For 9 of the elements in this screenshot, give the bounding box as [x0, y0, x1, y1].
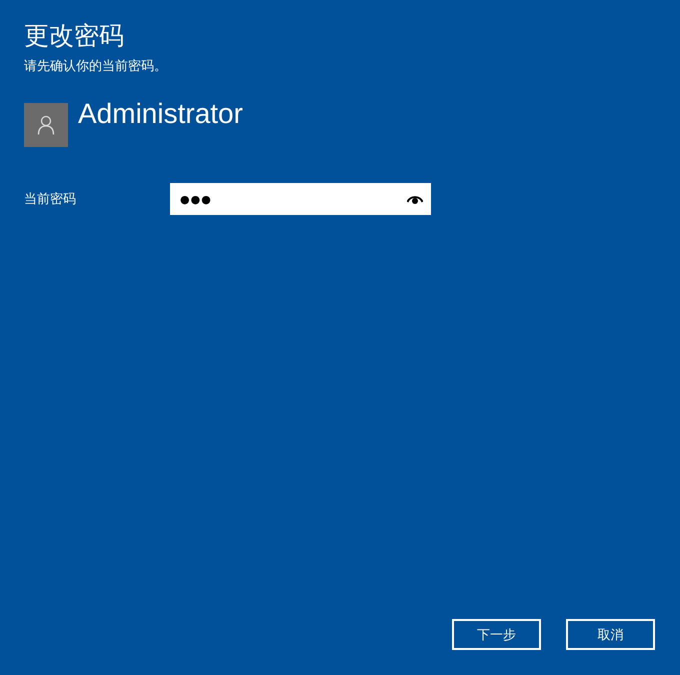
user-name: Administrator [78, 103, 243, 125]
reveal-password-icon[interactable] [407, 194, 423, 204]
dialog-button[interactable]: 下一步 [452, 619, 541, 650]
dialog-button[interactable]: 取消 [566, 619, 655, 650]
field-label: 当前密码 [24, 191, 77, 208]
person-icon [37, 115, 55, 135]
dialog-title: 更改密码 [24, 20, 125, 52]
password-field[interactable]: ●●● [170, 183, 431, 215]
instruction-text: 请先确认你的当前密码。 [24, 58, 168, 76]
